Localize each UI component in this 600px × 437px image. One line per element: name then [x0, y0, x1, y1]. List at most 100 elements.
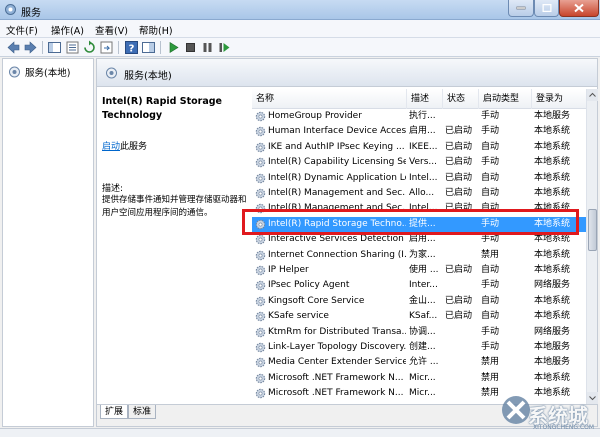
scrollbar-thumb[interactable] [588, 209, 597, 251]
minimize-button[interactable] [508, 0, 534, 17]
table-row[interactable]: Internet Connection Sharing (I... 为家... 禁用… [252, 248, 586, 263]
cell-desc: 使用 ... [409, 265, 439, 275]
gear-icon [255, 342, 266, 353]
cell-startup: 手动 [481, 126, 500, 137]
tab-standard[interactable]: 标准 [128, 405, 157, 419]
column-header-log-on-as[interactable]: 登录为 [532, 89, 586, 109]
cell-name: Intel(R) Dynamic Application Lo... [268, 172, 406, 183]
cell-startup: 手动 [481, 326, 500, 337]
menu-file[interactable]: 文件(F) [6, 23, 38, 37]
table-row[interactable]: Kingsoft Core Service 金山... 已启动 自动 本地系统 [252, 294, 586, 309]
cell-status: 已启动 [445, 311, 473, 322]
gear-icon [255, 296, 266, 306]
cell-name: Microsoft .NET Framework N... [268, 372, 404, 383]
tab-extended[interactable]: 扩展 [100, 405, 129, 419]
cell-startup: 手动 [481, 342, 500, 352]
cell-status: 已启动 [445, 157, 473, 168]
table-row[interactable]: Link-Layer Topology Discovery... 创建... 手动 本… [252, 340, 586, 355]
table-row[interactable]: IP Helper 使用 ... 已启动 自动 本地系统 [252, 263, 586, 278]
description-label: 描述: [102, 184, 124, 194]
menu-action[interactable]: 操作(A) [51, 23, 84, 37]
cell-startup: 禁用 [481, 372, 500, 383]
window-title: 服务 [21, 8, 41, 19]
tree-item-services-local[interactable]: 服务(本地) [25, 65, 70, 79]
table-row[interactable]: HomeGroup Provider 执行... 手动 本地服务 [252, 109, 586, 124]
cell-name: IKE and AuthIP IPsec Keying ... [268, 141, 405, 152]
table-row[interactable]: IKE and AuthIP IPsec Keying ... IKEE... 已启… [252, 140, 586, 155]
vertical-scrollbar[interactable] [586, 89, 598, 404]
cell-startup: 禁用 [481, 357, 500, 368]
start-service-icon[interactable] [166, 40, 181, 55]
services-node-icon [9, 66, 20, 78]
cell-startup: 禁用 [481, 249, 500, 260]
start-service-link[interactable]: 启动 [102, 142, 120, 152]
cell-name: Intel(R) Management and Sec... [268, 188, 406, 198]
table-row[interactable]: Media Center Extender Service 允许 ... 禁用 本地服… [252, 355, 586, 370]
table-row[interactable]: Intel(R) Management and Sec... Allo... 已启动… [252, 186, 586, 201]
watermark-url: XITONGCHENG.COM [533, 424, 595, 431]
scroll-up-arrow[interactable] [587, 89, 598, 101]
cell-name: Human Interface Device Access [268, 126, 406, 137]
cell-logon: 本地服务 [534, 357, 571, 368]
cell-logon: 本地系统 [534, 141, 571, 152]
table-row[interactable]: IPsec Policy Agent Inter... 手动 网络服务 [252, 278, 586, 293]
table-row[interactable]: KSafe service KSaf... 已启动 自动 本地系统 [252, 309, 586, 324]
show-tree-icon[interactable] [47, 40, 62, 55]
column-header-startup-type[interactable]: 启动类型 [479, 89, 532, 109]
refresh-icon[interactable] [82, 40, 97, 55]
properties-list-icon[interactable] [65, 40, 80, 55]
selection-highlight-box [242, 209, 579, 235]
cell-startup: 自动 [481, 172, 500, 183]
stop-service-icon[interactable] [183, 40, 198, 55]
gear-icon [255, 388, 266, 399]
forward-arrow-icon[interactable] [23, 40, 38, 55]
services-list: 名称 描述 状态 启动类型 登录为 HomeGroup Provider 执行..… [252, 89, 586, 404]
cell-name: Internet Connection Sharing (I... [268, 249, 406, 260]
gear-icon [255, 111, 266, 122]
cell-desc: 创建... [409, 342, 436, 352]
restart-service-icon[interactable] [217, 40, 232, 55]
cell-name: Intel(R) Capability Licensing Se... [268, 157, 406, 168]
maximize-icon [542, 4, 551, 12]
help-icon[interactable]: ? [124, 40, 139, 55]
minimize-icon [516, 6, 526, 10]
gear-icon [255, 358, 266, 368]
gear-icon [255, 281, 266, 291]
cell-name: KtmRm for Distributed Transa... [268, 326, 406, 337]
column-header-name[interactable]: 名称 [252, 89, 407, 109]
cell-logon: 本地系统 [534, 295, 571, 306]
gear-icon [255, 250, 266, 260]
column-header-description[interactable]: 描述 [407, 89, 443, 109]
table-row[interactable]: Intel(R) Capability Licensing Se... Vers.… [252, 155, 586, 170]
toolbar-separator [118, 41, 119, 54]
cell-desc: Micr... [409, 388, 436, 399]
cell-logon: 本地系统 [534, 188, 571, 198]
cell-desc: 执行... [409, 111, 436, 121]
cell-name: Kingsoft Core Service [268, 295, 365, 306]
cell-name: IPsec Policy Agent [268, 280, 350, 291]
table-row[interactable]: Microsoft .NET Framework N... Micr... 禁用 本地… [252, 371, 586, 386]
cell-desc: KSaf... [409, 311, 438, 322]
table-row[interactable]: KtmRm for Distributed Transa... 协调... 手动 网络… [252, 325, 586, 340]
export-list-icon[interactable] [99, 40, 114, 55]
toolbar-separator [42, 41, 43, 54]
toolbar: ? [0, 38, 600, 57]
cell-status: 已启动 [445, 172, 473, 183]
table-row[interactable]: Human Interface Device Access 启用... 已启动 手动 本… [252, 124, 586, 139]
cell-desc: Allo... [409, 188, 435, 198]
table-row[interactable]: Intel(R) Dynamic Application Lo... Intel.… [252, 171, 586, 186]
column-header-status[interactable]: 状态 [443, 89, 479, 109]
cell-startup: 自动 [481, 295, 500, 306]
menu-help[interactable]: 帮助(H) [139, 23, 173, 37]
services-node-icon [106, 67, 117, 79]
cell-logon: 本地系统 [534, 126, 571, 137]
console-view-icon[interactable] [141, 40, 156, 55]
cell-name: HomeGroup Provider [268, 111, 362, 121]
cell-desc: 允许 ... [409, 357, 439, 368]
menu-view[interactable]: 查看(V) [95, 23, 128, 37]
back-arrow-icon[interactable] [6, 40, 21, 55]
gear-icon [255, 188, 266, 199]
close-button[interactable] [559, 0, 599, 17]
pause-service-icon[interactable] [200, 40, 215, 55]
maximize-button[interactable] [534, 0, 559, 17]
